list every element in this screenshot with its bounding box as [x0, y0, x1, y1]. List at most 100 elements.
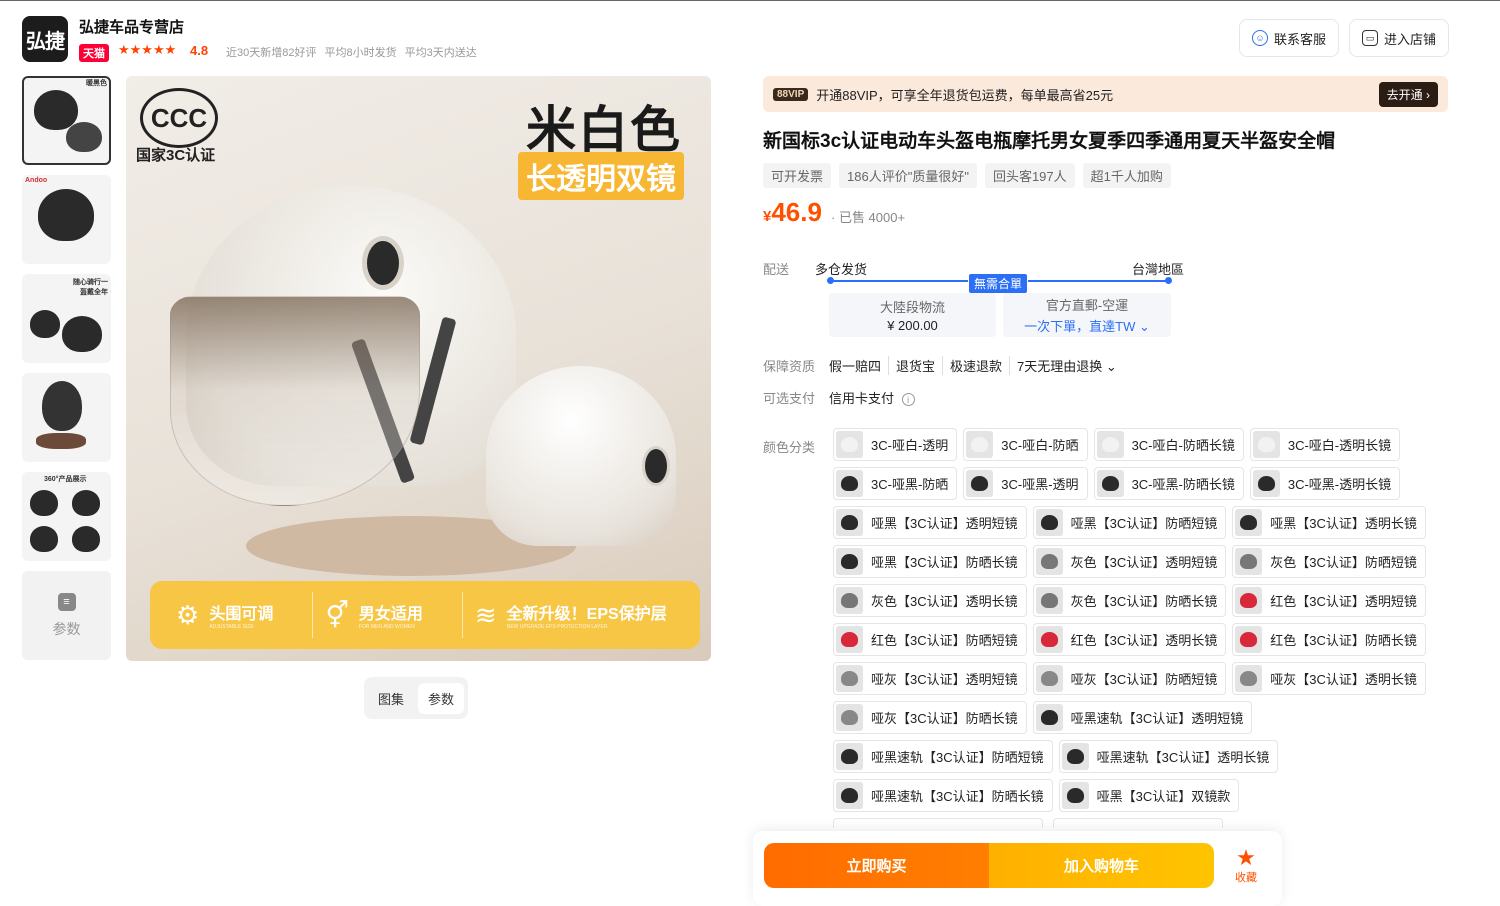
thumbnail-2[interactable]: Andoo [22, 175, 111, 264]
sku-option[interactable]: 3C-哑黑-防晒长镜 [1093, 467, 1244, 500]
store-icon: ▭ [1362, 30, 1378, 46]
tab-gallery[interactable]: 图集 [368, 683, 414, 714]
feature-banner: ⚙ 头围可调 ADJUSTABLE SIZE ⚥ 男女适用 FOR MEN AND … [150, 581, 700, 649]
product-title: 新国标3c认证电动车头盔电瓶摩托男女夏季四季通用夏天半盔安全帽 [763, 131, 1336, 152]
tmall-badge: 天猫 [79, 44, 109, 62]
helmet-knob [362, 236, 404, 290]
contact-service-button[interactable]: ☺ 联系客服 [1239, 19, 1340, 57]
sku-option-label: 灰色【3C认证】透明短镜 [1070, 555, 1218, 570]
sku-option[interactable]: 哑灰【3C认证】透明短镜 [833, 662, 1027, 695]
info-icon[interactable]: i [901, 393, 915, 406]
sku-row: 哑黑【3C认证】透明短镜 哑黑【3C认证】防晒短镜 哑黑【3C认证】透明长镜 [833, 506, 1453, 539]
sku-option[interactable]: 哑黑【3C认证】透明长镜 [1232, 506, 1426, 539]
favorite-button[interactable]: ★ 收藏 [1231, 847, 1261, 885]
sku-option-label: 哑黑速轨【3C认证】透明短镜 [1070, 711, 1244, 726]
main-product-image[interactable]: CCC 国家3C认证 米白色 长透明双镜 ⚙ 头围可调 ADJUSTABLE SI… [126, 76, 711, 661]
sku-swatch [836, 704, 863, 731]
sku-option[interactable]: 3C-哑黑-防晒 [833, 467, 958, 500]
sku-option[interactable]: 哑黑速轨【3C认证】透明短镜 [1032, 701, 1253, 734]
guarantee-item-dropdown[interactable]: 7天无理由退换 ⌄ [1009, 356, 1124, 375]
sku-option-label: 3C-哑黑-透明 [1001, 477, 1079, 492]
tag-invoice: 可开发票 [763, 163, 832, 188]
sku-option-label: 灰色【3C认证】防晒长镜 [1070, 594, 1218, 609]
sku-option-label: 3C-哑白-防晒 [1001, 438, 1079, 453]
shop-name[interactable]: 弘捷车品专营店 [79, 16, 184, 37]
sku-option-label: 哑灰【3C认证】防晒短镜 [1070, 672, 1218, 687]
sku-overflow [833, 818, 1453, 828]
sku-option[interactable]: 3C-哑黑-透明长镜 [1249, 467, 1401, 500]
vip-banner[interactable]: 88VIP 开通88VIP，可享全年退货包运费，每单最高省25元 去开通 › [763, 76, 1448, 112]
sku-option[interactable]: 灰色【3C认证】防晒长镜 [1032, 584, 1227, 617]
sku-option[interactable]: 红色【3C认证】防晒短镜 [833, 623, 1027, 656]
sku-swatch [1035, 665, 1063, 692]
feature-adjustable-sub: ADJUSTABLE SIZE [209, 624, 254, 630]
sku-option[interactable]: 3C-哑白-防晒 [963, 428, 1088, 461]
sku-option[interactable]: 哑黑【3C认证】防晒短镜 [1032, 506, 1227, 539]
ship-to[interactable]: 台灣地區 [1132, 259, 1184, 278]
sku-option-partial[interactable] [1053, 818, 1223, 828]
sku-option[interactable]: 哑黑【3C认证】透明短镜 [833, 506, 1027, 539]
vip-open-button[interactable]: 去开通 › [1378, 81, 1438, 107]
ship-box-direct[interactable]: 官方直郵-空運 一次下單，直達TW ⌄ [1003, 293, 1171, 337]
thumbnail-4[interactable] [22, 373, 111, 462]
tab-params[interactable]: 参数 [418, 682, 465, 714]
sku-option[interactable]: 灰色【3C认证】透明短镜 [1032, 545, 1227, 578]
thumbnail-1-label: 暖黑色 [86, 80, 107, 87]
sku-option[interactable]: 红色【3C认证】透明短镜 [1232, 584, 1426, 617]
ship-dot-start [827, 277, 834, 284]
sku-swatch [836, 743, 863, 770]
guarantee-list: 假一赔四 退货宝 极速退款 7天无理由退换 ⌄ [829, 356, 1124, 375]
sku-option-partial[interactable] [833, 818, 1043, 828]
price-currency: ¥ [763, 208, 772, 225]
thumbnail-5-label: 360°产品展示 [44, 476, 87, 483]
sku-option[interactable]: 红色【3C认证】透明长镜 [1032, 623, 1227, 656]
add-to-cart-button[interactable]: 加入购物车 [989, 843, 1214, 888]
thumbnail-1[interactable]: 暖黑色 [22, 76, 111, 165]
thumbnail-5[interactable]: 360°产品展示 [22, 472, 111, 561]
enter-shop-button[interactable]: ▭ 进入店铺 [1349, 19, 1450, 57]
sku-row: 灰色【3C认证】透明长镜 灰色【3C认证】防晒长镜 红色【3C认证】透明短镜 [833, 584, 1453, 617]
thumbnail-3[interactable]: 随心骑行一盔戴全年 [22, 274, 111, 363]
top-border [0, 0, 1500, 1]
feature-unisex-title: 男女适用 [358, 606, 423, 623]
sold-count: · 已售 4000+ [831, 210, 906, 225]
sku-option[interactable]: 哑灰【3C认证】防晒长镜 [833, 701, 1027, 734]
sku-option[interactable]: 3C-哑白-透明长镜 [1249, 428, 1401, 461]
sku-option[interactable]: 3C-哑黑-透明 [963, 467, 1088, 500]
sku-option[interactable]: 哑黑速轨【3C认证】透明长镜 [1058, 740, 1279, 773]
tag-reviews[interactable]: 186人评价"质量很好" [839, 163, 977, 188]
guarantee-item: 极速退款 [942, 356, 1009, 375]
sku-option-label: 哑灰【3C认证】透明短镜 [871, 672, 1018, 687]
sku-option[interactable]: 哑黑速轨【3C认证】防晒短镜 [833, 740, 1053, 773]
sku-option-label: 哑黑速轨【3C认证】防晒长镜 [871, 789, 1044, 804]
sku-swatch [836, 431, 863, 458]
shop-meta: 近30天新增82好评 平均8小时发货 平均3天内送达 [226, 44, 477, 60]
contact-service-label: 联系客服 [1274, 31, 1327, 47]
thumbnail-2-label: Andoo [25, 177, 48, 184]
sku-option[interactable]: 灰色【3C认证】防晒短镜 [1232, 545, 1426, 578]
sku-option[interactable]: 红色【3C认证】防晒长镜 [1232, 623, 1426, 656]
sku-option-label: 哑黑速轨【3C认证】防晒短镜 [871, 750, 1044, 765]
sku-option-label: 3C-哑黑-防晒 [871, 477, 949, 492]
sku-swatch [1035, 548, 1063, 575]
buy-now-button[interactable]: 立即购买 [764, 843, 989, 888]
sku-swatch [1252, 470, 1280, 497]
shop-logo[interactable]: 弘捷 [22, 16, 68, 62]
feature-adjustable-title: 头围可调 [209, 606, 274, 623]
ship-box-direct-value[interactable]: 一次下單，直達TW ⌄ [1024, 316, 1150, 335]
sku-option-label: 哑黑【3C认证】防晒长镜 [871, 555, 1018, 570]
price-value: 46.9 [771, 197, 822, 227]
sku-option[interactable]: 3C-哑白-透明 [833, 428, 958, 461]
sku-option[interactable]: 哑黑速轨【3C认证】防晒长镜 [833, 779, 1053, 812]
sku-option[interactable]: 哑黑【3C认证】防晒长镜 [833, 545, 1027, 578]
sku-row: 哑黑【3C认证】防晒长镜 灰色【3C认证】透明短镜 灰色【3C认证】防晒短镜 [833, 545, 1453, 578]
sku-option[interactable]: 哑灰【3C认证】防晒短镜 [1032, 662, 1227, 695]
sku-option[interactable]: 哑灰【3C认证】透明长镜 [1232, 662, 1426, 695]
product-tags: 可开发票 186人评价"质量很好" 回头客197人 超1千人加购 [763, 163, 1171, 188]
shop-meta-deliver: 平均3天内送达 [404, 47, 477, 59]
sku-option[interactable]: 3C-哑白-防晒长镜 [1093, 428, 1244, 461]
sku-option-label: 3C-哑黑-防晒长镜 [1131, 477, 1235, 492]
sku-option[interactable]: 灰色【3C认证】透明长镜 [833, 584, 1027, 617]
params-thumbnail[interactable]: ≡ 参数 [22, 571, 111, 660]
sku-option[interactable]: 哑黑【3C认证】双镜款 [1058, 779, 1240, 812]
